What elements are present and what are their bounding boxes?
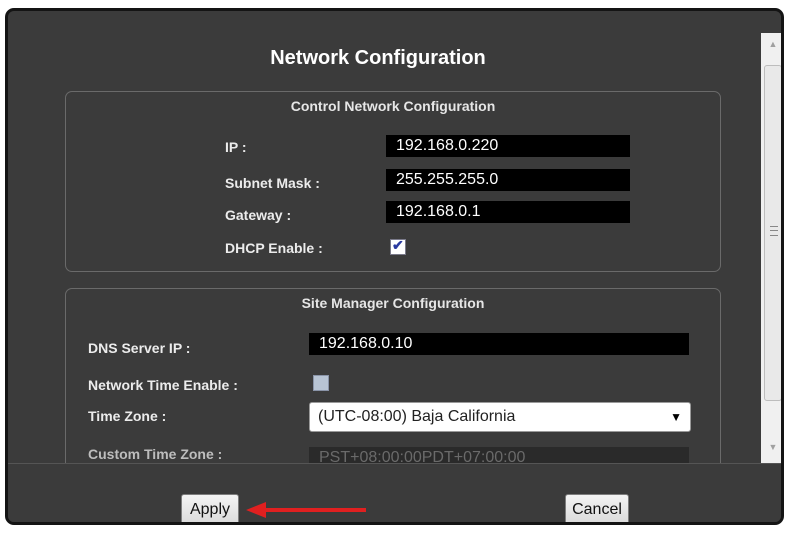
- scroll-down-icon[interactable]: ▼: [761, 438, 781, 456]
- dhcp-enable-label: DHCP Enable :: [225, 240, 323, 256]
- ip-label: IP :: [225, 139, 247, 155]
- caret-down-icon: ▼: [670, 410, 682, 424]
- scrollbar-thumb[interactable]: [764, 65, 781, 401]
- dns-server-label: DNS Server IP :: [88, 340, 191, 356]
- grip-icon: [770, 226, 778, 236]
- control-network-title: Control Network Configuration: [290, 98, 496, 114]
- time-zone-value: (UTC-08:00) Baja California: [318, 408, 516, 425]
- cancel-button[interactable]: Cancel: [565, 494, 629, 522]
- dialog-footer: Apply Cancel: [8, 463, 781, 522]
- site-manager-title: Site Manager Configuration: [301, 295, 485, 311]
- dhcp-enable-checkbox[interactable]: [390, 237, 406, 255]
- time-zone-label: Time Zone :: [88, 408, 167, 424]
- dialog-title: Network Configuration: [270, 47, 486, 69]
- scrollbar[interactable]: ▲ ▼: [761, 33, 781, 463]
- gateway-field[interactable]: 192.168.0.1: [386, 201, 630, 223]
- ip-field[interactable]: 192.168.0.220: [386, 135, 630, 157]
- dns-server-field[interactable]: 192.168.0.10: [309, 333, 689, 355]
- custom-time-zone-label: Custom Time Zone :: [88, 446, 223, 462]
- red-arrow-annotation: [246, 502, 366, 518]
- time-zone-select[interactable]: (UTC-08:00) Baja California ▼: [309, 402, 691, 432]
- gateway-label: Gateway :: [225, 207, 292, 223]
- network-time-checkbox[interactable]: [313, 375, 329, 391]
- scroll-up-icon[interactable]: ▲: [761, 35, 781, 53]
- subnet-mask-field[interactable]: 255.255.255.0: [386, 169, 630, 191]
- network-config-dialog: Network Configuration Control Network Co…: [5, 8, 784, 525]
- subnet-mask-label: Subnet Mask :: [225, 175, 320, 191]
- apply-button[interactable]: Apply: [181, 494, 239, 522]
- network-time-label: Network Time Enable :: [88, 377, 238, 393]
